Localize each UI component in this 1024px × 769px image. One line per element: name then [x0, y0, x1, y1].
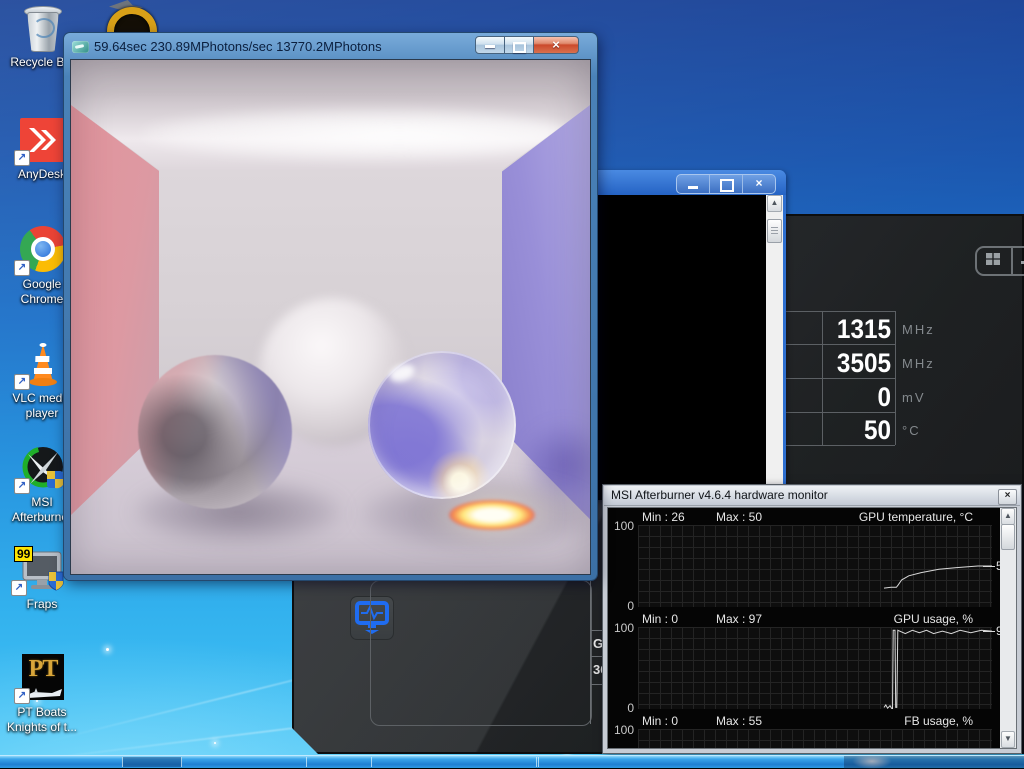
fb-usage-graph: Min : 0 Max : 55 FB usage, % 100 [608, 714, 999, 748]
desktop-icon-pt-boats[interactable]: PT ↗ PT Boats Knights of t... [0, 654, 84, 735]
hardware-monitor-title-bar[interactable]: MSI Afterburner v4.6.4 hardware monitor … [604, 486, 1020, 506]
fraps-icon: 99 ↗ [11, 546, 70, 596]
console-maximize-button[interactable] [710, 175, 743, 193]
pt-boats-icon: PT ↗ [14, 654, 67, 704]
close-icon: × [552, 37, 560, 52]
console-scrollbar[interactable]: ▲ [766, 195, 783, 500]
icon-label: VLC media [12, 391, 72, 405]
graph-name-label: GPU temperature, °C [858, 510, 973, 524]
afterburner-fan-panel [370, 580, 592, 726]
scroll-down-button[interactable]: ▼ [1001, 731, 1015, 748]
render-minimize-button[interactable] [475, 36, 505, 54]
gold-ring-icon [107, 7, 157, 33]
taskbar[interactable] [0, 755, 1024, 769]
fraps-99-badge: 99 [14, 546, 34, 562]
vlc-icon: ↗ [14, 340, 67, 390]
shortcut-arrow-icon: ↗ [14, 688, 30, 704]
shortcut-arrow-icon: ↗ [14, 374, 30, 390]
readout-grid-line [895, 311, 896, 445]
info-grid-line [590, 580, 591, 724]
render-maximize-button[interactable] [505, 36, 533, 54]
render-window[interactable]: 59.64sec 230.89MPhotons/sec 13770.2MPhot… [64, 33, 597, 580]
close-icon: × [1004, 490, 1011, 501]
wallpaper-sparkle [214, 742, 216, 744]
graph-plot [638, 627, 992, 709]
y-axis-bottom: 0 [627, 701, 634, 715]
maximize-icon [720, 179, 734, 192]
graph-max-label: Max : 50 [716, 510, 763, 524]
taskbar-tray-area[interactable] [844, 756, 1024, 769]
hardware-monitor-graph-area: Min : 26 Max : 50 GPU temperature, °C 10… [607, 507, 1017, 749]
temperature-unit: °C [902, 423, 921, 438]
windows-logo-button[interactable] [977, 248, 1013, 274]
afterburner-minimize-button[interactable] [1013, 248, 1024, 274]
y-axis-bottom: 0 [627, 599, 634, 613]
minimize-icon [688, 186, 698, 189]
graph-max-label: Max : 55 [716, 714, 763, 728]
minimize-icon [485, 45, 495, 48]
graph-max-label: Max : 97 [716, 612, 763, 626]
graph-name-label: FB usage, % [904, 714, 973, 728]
anydesk-icon: ↗ [14, 116, 67, 166]
y-axis-top: 100 [613, 519, 634, 533]
graph-plot [638, 729, 992, 748]
render-app-icon [72, 41, 89, 53]
memory-clock-unit: MHz [902, 356, 935, 371]
graph-name-label: GPU usage, % [893, 612, 973, 626]
y-axis-top: 100 [613, 621, 634, 635]
icon-label: Knights of t... [6, 720, 78, 734]
shortcut-arrow-icon: ↗ [11, 580, 27, 596]
y-axis-top: 100 [613, 723, 634, 737]
taskbar-button[interactable] [306, 757, 372, 767]
console-minimize-button[interactable] [677, 175, 710, 193]
icon-label: MSI [31, 495, 53, 509]
console-window-buttons: × [676, 174, 776, 194]
shortcut-arrow-icon: ↗ [14, 478, 30, 494]
shortcut-arrow-icon: ↗ [14, 150, 30, 166]
gpu-temperature-graph: Min : 26 Max : 50 GPU temperature, °C 10… [608, 510, 1009, 613]
chrome-icon: ↗ [14, 226, 67, 276]
taskbar-button[interactable] [122, 757, 182, 767]
graph-min-label: Min : 26 [642, 510, 685, 524]
wallpaper-sparkle [106, 648, 109, 651]
render-viewport [71, 60, 590, 574]
pt-monogram: PT [28, 656, 59, 682]
scrollbar-thumb[interactable] [767, 219, 782, 243]
recycle-bin-icon [17, 4, 67, 52]
icon-label: Chrome [20, 292, 64, 306]
gpu-usage-graph: Min : 0 Max : 97 GPU usage, % 100 0 96 [608, 612, 1009, 715]
icon-label: Afterburner [11, 510, 73, 524]
taskbar-separator [536, 757, 539, 767]
icon-label: Fraps [26, 597, 58, 611]
hardware-monitor-close-button[interactable]: × [998, 489, 1017, 505]
render-window-title: 59.64sec 230.89MPhotons/sec 13770.2MPhot… [94, 39, 382, 54]
shortcut-arrow-icon: ↗ [14, 260, 30, 276]
close-icon: × [755, 176, 763, 190]
core-clock-unit: MHz [902, 322, 935, 337]
scrollbar-thumb[interactable] [1001, 524, 1015, 550]
scrollbar-grip [771, 227, 778, 235]
partial-game-icon[interactable] [95, 0, 159, 33]
icon-label: player [25, 406, 59, 420]
render-window-buttons: × [475, 36, 579, 54]
scroll-up-button[interactable]: ▲ [1001, 508, 1015, 525]
voltage-unit: mV [902, 390, 926, 405]
graph-min-label: Min : 0 [642, 714, 679, 728]
scene-vignette [71, 60, 590, 574]
hardware-monitor-scrollbar[interactable]: ▲ ▼ [1000, 508, 1016, 748]
graph-min-label: Min : 0 [642, 612, 679, 626]
graph-plot [638, 525, 992, 607]
hardware-monitor-title: MSI Afterburner v4.6.4 hardware monitor [611, 488, 828, 502]
hardware-monitor-window[interactable]: MSI Afterburner v4.6.4 hardware monitor … [602, 484, 1022, 754]
scroll-up-button[interactable]: ▲ [767, 195, 782, 212]
icon-label: PT Boats [17, 705, 67, 719]
afterburner-window-buttons [975, 246, 1024, 276]
icon-label: Google [22, 277, 62, 291]
render-close-button[interactable]: × [533, 36, 579, 54]
maximize-icon [513, 42, 526, 53]
msi-afterburner-icon: ↗ [14, 444, 67, 494]
console-close-button[interactable]: × [743, 175, 775, 193]
